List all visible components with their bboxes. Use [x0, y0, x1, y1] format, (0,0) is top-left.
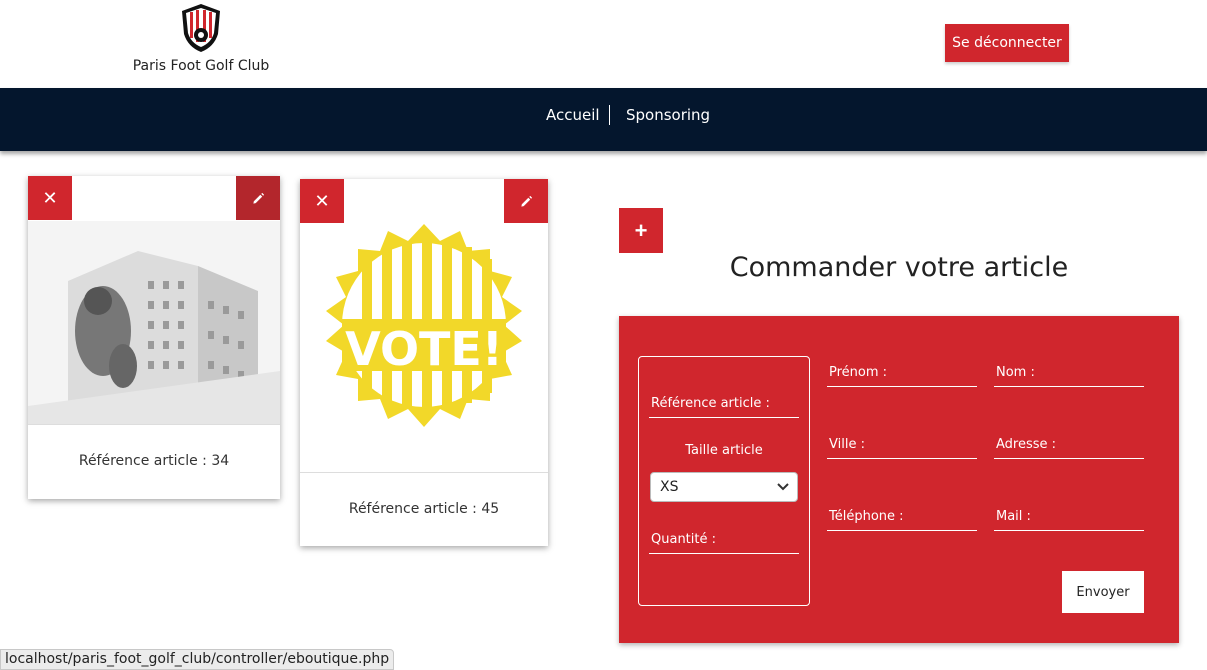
delete-button[interactable]: ✕ [28, 176, 72, 220]
quantity-field[interactable]: Quantité : [649, 532, 799, 554]
pencil-icon [520, 195, 532, 207]
close-icon: ✕ [42, 187, 58, 208]
card-toolbar: ✕ [300, 179, 548, 223]
nav-item-accueil[interactable]: Accueil [546, 106, 600, 124]
card-divider [28, 424, 280, 425]
chevron-down-icon [777, 483, 789, 491]
edit-button[interactable] [504, 179, 548, 223]
pencil-icon [252, 192, 264, 204]
logout-button[interactable]: Se déconnecter [945, 24, 1069, 62]
city-label: Ville : [829, 437, 865, 452]
card-caption: Référence article : 45 [348, 501, 500, 517]
club-logo[interactable] [178, 2, 224, 54]
product-card: VOTE! ✕ Référence article : 45 [300, 179, 548, 546]
phone-field[interactable]: Téléphone : [827, 507, 977, 531]
reference-label: Référence article : [651, 396, 770, 411]
nav-separator [609, 105, 610, 125]
quantity-label: Quantité : [651, 532, 716, 547]
address-field[interactable]: Adresse : [994, 436, 1144, 459]
main-navbar: Accueil Sponsoring [0, 88, 1207, 151]
card-toolbar: ✕ [28, 176, 280, 220]
form-title: Commander votre article [729, 252, 1069, 283]
reference-field[interactable]: Référence article : [649, 396, 799, 418]
size-select-value: XS [660, 479, 679, 495]
lastname-label: Nom : [996, 365, 1035, 380]
submit-button[interactable]: Envoyer [1062, 571, 1144, 613]
size-select[interactable]: XS [650, 472, 798, 502]
firstname-label: Prénom : [829, 365, 888, 380]
edit-button[interactable] [236, 176, 280, 220]
address-label: Adresse : [996, 437, 1057, 452]
mail-label: Mail : [996, 509, 1031, 524]
club-name: Paris Foot Golf Club [132, 58, 270, 74]
close-icon: ✕ [314, 190, 330, 211]
firstname-field[interactable]: Prénom : [827, 364, 977, 387]
size-label: Taille article [685, 443, 763, 458]
card-divider [300, 472, 548, 473]
plus-icon: + [634, 217, 648, 243]
site-header: Paris Foot Golf Club Se déconnecter [0, 0, 1207, 88]
article-box: Référence article : Taille article XS Qu… [638, 356, 810, 606]
svg-text:VOTE!: VOTE! [345, 322, 503, 376]
city-field[interactable]: Ville : [827, 436, 977, 459]
mail-field[interactable]: Mail : [994, 507, 1144, 531]
delete-button[interactable]: ✕ [300, 179, 344, 223]
phone-label: Téléphone : [829, 509, 904, 524]
product-card: ✕ Référence article: 34 [28, 176, 280, 499]
browser-status-url: localhost/paris_foot_golf_club/controlle… [0, 649, 395, 670]
lastname-field[interactable]: Nom : [994, 364, 1144, 387]
product-image [28, 221, 280, 424]
nav-item-sponsoring[interactable]: Sponsoring [626, 106, 710, 124]
add-article-button[interactable]: + [619, 208, 663, 253]
card-caption: Référence article : 34 [78, 453, 230, 469]
order-form: Référence article : Taille article XS Qu… [619, 316, 1179, 643]
